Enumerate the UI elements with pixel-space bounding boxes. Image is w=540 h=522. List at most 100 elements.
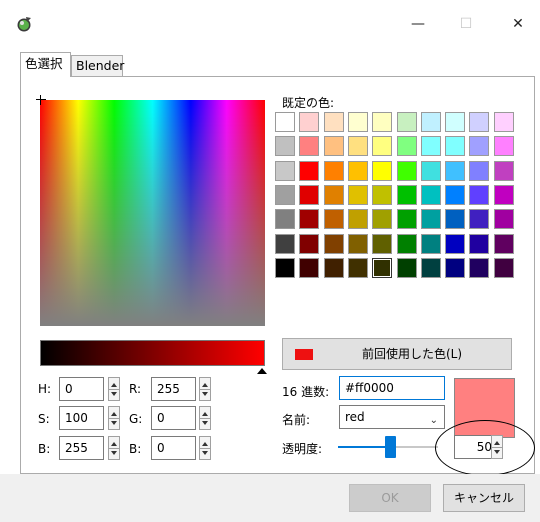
palette-swatch[interactable] [372,184,393,205]
palette-swatch[interactable] [445,257,466,278]
palette-swatch[interactable] [347,257,368,278]
palette-swatch[interactable] [445,233,466,254]
palette-swatch[interactable] [323,136,344,157]
palette-swatch[interactable] [493,209,514,230]
opacity-spinner[interactable] [491,435,503,459]
palette-swatch[interactable] [372,160,393,181]
palette-swatch[interactable] [493,257,514,278]
palette-swatch[interactable] [299,160,320,181]
palette-swatch[interactable] [347,160,368,181]
palette-swatch[interactable] [372,209,393,230]
g-spinner[interactable] [199,406,211,430]
b-input[interactable]: 255 [59,436,104,460]
palette-swatch[interactable] [323,209,344,230]
palette-swatch[interactable] [299,136,320,157]
palette-swatch[interactable] [299,257,320,278]
hex-input[interactable]: #ff0000 [339,376,445,400]
s-input[interactable]: 100 [59,406,104,430]
palette-swatch[interactable] [469,257,490,278]
palette-swatch[interactable] [396,112,417,132]
h-input[interactable]: 0 [59,377,104,401]
spectrum-crosshair[interactable] [36,95,46,105]
palette-swatch[interactable] [323,184,344,205]
palette-swatch[interactable] [445,136,466,157]
name-label: 名前: [282,413,311,427]
palette-swatch[interactable] [347,112,368,132]
palette-swatch[interactable] [323,112,344,132]
palette-swatch[interactable] [469,233,490,254]
tab-blender[interactable]: Blender [71,55,124,76]
cancel-button[interactable]: キャンセル [443,484,525,512]
b-label: B: [38,442,51,456]
palette-swatch[interactable] [347,209,368,230]
palette-swatch[interactable] [493,112,514,132]
palette-swatch[interactable] [275,160,295,181]
tab-color-select[interactable]: 色選択 [20,52,71,77]
color-spectrum[interactable] [40,100,265,326]
palette-swatch[interactable] [469,136,490,157]
palette-swatch[interactable] [445,160,466,181]
palette-swatch[interactable] [396,160,417,181]
palette-swatch[interactable] [372,136,393,157]
palette-swatch[interactable] [396,257,417,278]
palette-swatch[interactable] [469,112,490,132]
g-input[interactable]: 0 [151,406,196,430]
b-rgb-input[interactable]: 0 [151,436,196,460]
opacity-slider-thumb[interactable] [385,436,396,458]
palette-swatch[interactable] [420,112,441,132]
r-spinner[interactable] [199,377,211,401]
palette-swatch[interactable] [323,160,344,181]
palette-swatch[interactable] [275,184,295,205]
palette-swatch[interactable] [396,136,417,157]
palette-swatch[interactable] [420,160,441,181]
palette-swatch[interactable] [493,136,514,157]
palette-swatch[interactable] [420,184,441,205]
palette-swatch[interactable] [275,209,295,230]
palette-swatch[interactable] [445,184,466,205]
palette-swatch[interactable] [299,184,320,205]
palette-swatch[interactable] [372,257,393,278]
palette-swatch[interactable] [469,209,490,230]
palette-swatch[interactable] [347,184,368,205]
s-spinner[interactable] [108,406,120,430]
palette-swatch[interactable] [420,233,441,254]
palette-swatch[interactable] [420,257,441,278]
close-button[interactable]: ✕ [506,14,530,34]
palette-swatch[interactable] [445,209,466,230]
palette-swatch[interactable] [396,209,417,230]
palette-swatch[interactable] [445,112,466,132]
luminance-bar[interactable] [40,340,265,366]
ok-button[interactable]: OK [349,484,431,512]
palette-swatch[interactable] [275,112,295,132]
palette-swatch[interactable] [372,233,393,254]
luminance-marker[interactable] [257,368,267,374]
recent-color-button[interactable]: 前回使用した色(L) [282,338,512,370]
palette-swatch[interactable] [493,160,514,181]
palette-swatch[interactable] [275,257,295,278]
palette-swatch[interactable] [323,233,344,254]
name-combobox[interactable]: red ⌄ [339,405,445,429]
palette-swatch[interactable] [396,184,417,205]
palette-swatch[interactable] [493,233,514,254]
b-rgb-spinner[interactable] [199,436,211,460]
palette-swatch[interactable] [299,233,320,254]
palette-swatch[interactable] [347,233,368,254]
h-spinner[interactable] [108,377,120,401]
palette-swatch[interactable] [469,160,490,181]
maximize-button[interactable]: ☐ [454,14,478,34]
minimize-button[interactable]: — [406,14,430,34]
b-spinner[interactable] [108,436,120,460]
palette-swatch[interactable] [299,112,320,132]
palette-swatch[interactable] [299,209,320,230]
palette-swatch[interactable] [347,136,368,157]
palette-swatch[interactable] [469,184,490,205]
palette-swatch[interactable] [420,209,441,230]
palette-swatch[interactable] [372,112,393,132]
r-input[interactable]: 255 [151,377,196,401]
palette-swatch[interactable] [396,233,417,254]
palette-swatch[interactable] [275,233,295,254]
palette-swatch[interactable] [323,257,344,278]
palette-swatch[interactable] [493,184,514,205]
palette-swatch[interactable] [420,136,441,157]
palette-swatch[interactable] [275,136,295,157]
